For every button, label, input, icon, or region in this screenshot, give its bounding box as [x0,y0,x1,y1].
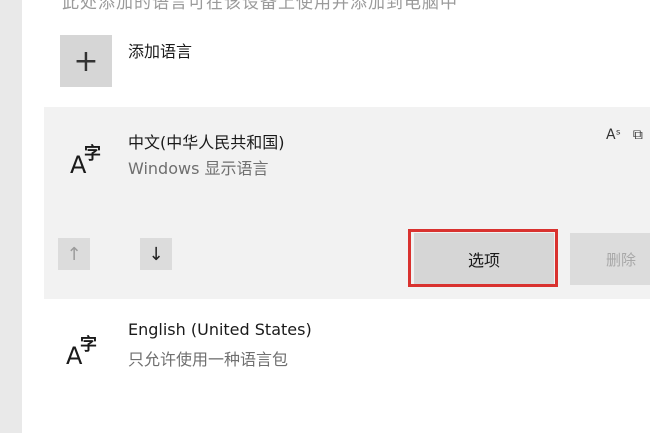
language-glyph-icon: A 字 [70,144,101,179]
language-item-selected[interactable]: A 字 中文(中华人民共和国) Windows 显示语言 Aˢ ⧉ ⎆ [44,107,650,299]
language-glyph-icon: A 字 [66,335,97,370]
language-settings-panel: 此处添加的语言可在该设备上使用并添加到电脑中 + 添加语言 A 字 中文(中华人… [22,0,650,433]
language-subtitle: Windows 显示语言 [128,159,269,178]
add-language-label[interactable]: 添加语言 [128,38,192,62]
highlight-box [408,229,558,287]
text-to-speech-icon: Aˢ [606,127,621,143]
language-subtitle: 只允许使用一种语言包 [128,350,289,369]
move-up-button[interactable]: ↑ [58,238,90,270]
language-name: English (United States) [128,320,312,339]
section-description: 此处添加的语言可在该设备上使用并添加到电脑中 [62,0,458,13]
add-language-button[interactable]: + [60,35,112,87]
remove-button[interactable]: 删除 [570,233,650,285]
language-feature-icons: Aˢ ⧉ ⎆ [606,127,650,143]
language-name: 中文(中华人民共和国) [128,133,285,152]
move-down-button[interactable]: ↓ [140,238,172,270]
plus-icon: + [73,43,99,79]
display-language-icon: ⧉ [632,127,643,143]
